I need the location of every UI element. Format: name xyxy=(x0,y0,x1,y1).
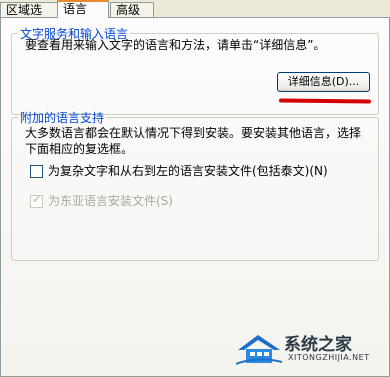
complex-script-label[interactable]: 为复杂文字和从右到左的语言安装文件(包括泰文)(N) xyxy=(48,163,328,180)
tab-languages[interactable]: 语言 xyxy=(57,0,109,18)
checkmark-icon: ✔ xyxy=(32,193,42,206)
east-asian-label[interactable]: 为东亚语言安装文件(S) xyxy=(48,193,173,210)
details-button[interactable]: 详细信息(D)... xyxy=(277,72,370,92)
tab-panel-languages: 文字服务和输入语言 要查看用来输入文字的语言和方法，请单击“详细信息”。 详细信… xyxy=(0,17,390,377)
watermark: 系统之家 XITONGZHIJIA.NET xyxy=(235,332,369,369)
east-asian-checkbox[interactable]: ✔ xyxy=(30,193,43,208)
text-services-description: 要查看用来输入文字的语言和方法，请单击“详细信息”。 xyxy=(25,38,326,52)
supplemental-description-line1: 大多数语言都会在默认情况下得到安装。要安装其他语言，选择 xyxy=(25,126,362,140)
tab-regional-options[interactable]: 区域选项 xyxy=(0,2,58,32)
tab-strip: 区域选项 语言 高级 xyxy=(0,0,390,32)
house-logo-icon xyxy=(235,335,283,365)
watermark-url: XITONGZHIJIA.NET xyxy=(288,353,370,362)
tab-advanced[interactable]: 高级 xyxy=(110,2,154,17)
watermark-title: 系统之家 xyxy=(284,335,352,355)
complex-script-checkbox[interactable] xyxy=(30,165,43,178)
supplemental-description-line2: 下面相应的复选框。 xyxy=(25,142,134,156)
supplemental-title: 附加的语言支持 xyxy=(20,111,105,125)
